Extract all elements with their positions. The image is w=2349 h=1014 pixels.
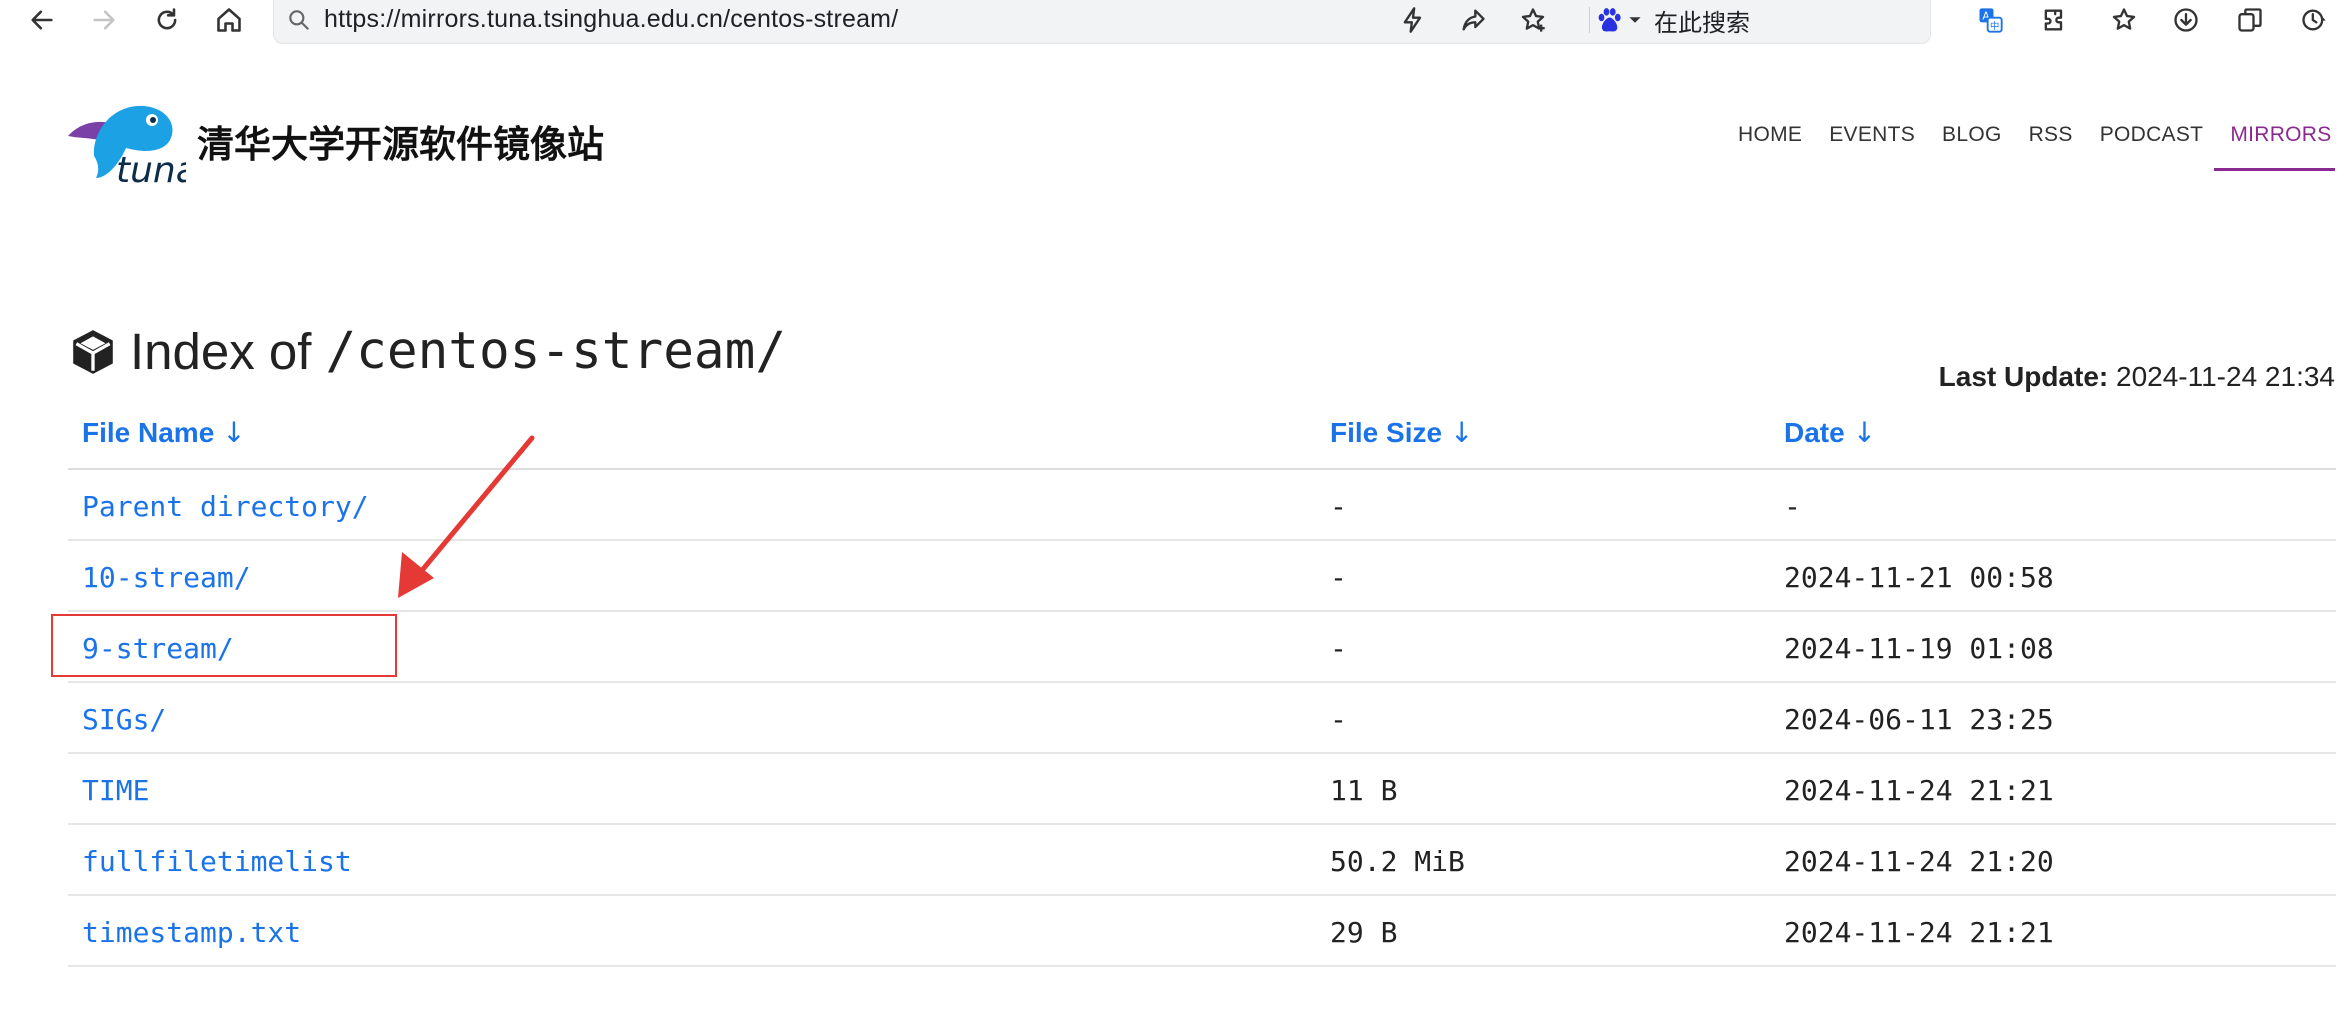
file-date: 2024-11-21 00:58 xyxy=(1784,561,2054,594)
search-icon xyxy=(289,10,309,30)
extensions-icon[interactable] xyxy=(2036,2,2072,38)
url-text[interactable]: https://mirrors.tuna.tsinghua.edu.cn/cen… xyxy=(324,5,898,34)
file-size: - xyxy=(1330,632,1347,665)
file-link[interactable]: timestamp.txt xyxy=(82,916,301,949)
tuna-logo[interactable]: tuna xyxy=(66,96,186,188)
nav-mirrors[interactable]: MIRRORS xyxy=(2230,120,2331,147)
search-engine-label: 在此搜索 xyxy=(1654,9,1750,37)
nav-podcast[interactable]: PODCAST xyxy=(2100,120,2204,147)
last-update: Last Update: 2024-11-24 21:34 xyxy=(1939,361,2335,393)
nav-events[interactable]: EVENTS xyxy=(1829,120,1915,147)
sort-arrow-icon: ↓ xyxy=(1450,416,1474,449)
file-size: 29 B xyxy=(1330,916,1398,949)
file-size: 11 B xyxy=(1330,774,1398,807)
page-title: Index of /centos-stream/ xyxy=(68,322,786,381)
cube-icon xyxy=(73,329,113,374)
svg-text:中: 中 xyxy=(1990,20,1999,32)
forward-icon[interactable] xyxy=(86,2,122,38)
table-row: fullfiletimelist 50.2 MiB 2024-11-24 21:… xyxy=(68,825,2336,896)
site-title[interactable]: 清华大学开源软件镜像站 xyxy=(197,114,604,168)
nav-home[interactable]: HOME xyxy=(1738,120,1802,147)
file-size: 50.2 MiB xyxy=(1330,845,1465,878)
file-size: - xyxy=(1330,703,1347,736)
column-label: File Name xyxy=(82,417,215,448)
nav-blog[interactable]: BLOG xyxy=(1942,120,2002,147)
file-date: 2024-11-19 01:08 xyxy=(1784,632,2054,665)
file-date: 2024-11-24 21:20 xyxy=(1784,845,2054,878)
divider xyxy=(1589,7,1590,33)
search-engine-selector[interactable]: 在此搜索 xyxy=(1594,3,1750,37)
last-update-value: 2024-11-24 21:34 xyxy=(2116,361,2335,392)
file-link[interactable]: Parent directory/ xyxy=(82,490,369,523)
home-icon[interactable] xyxy=(211,2,247,38)
file-link[interactable]: 10-stream/ xyxy=(82,561,251,594)
reload-icon[interactable] xyxy=(149,2,185,38)
table-row: 9-stream/ - 2024-11-19 01:08 xyxy=(68,612,2336,683)
tab-collections-icon[interactable] xyxy=(2232,2,2268,38)
nav-rss[interactable]: RSS xyxy=(2029,120,2073,147)
table-row: TIME 11 B 2024-11-24 21:21 xyxy=(68,754,2336,825)
column-label: Date xyxy=(1784,417,1845,448)
heading-path: /centos-stream/ xyxy=(325,322,787,381)
downloads-icon[interactable] xyxy=(2168,2,2204,38)
file-date: 2024-11-24 21:21 xyxy=(1784,916,2054,949)
file-link[interactable]: SIGs/ xyxy=(82,703,166,736)
back-icon[interactable] xyxy=(24,2,60,38)
table-row: timestamp.txt 29 B 2024-11-24 21:21 xyxy=(68,896,2336,967)
file-date: - xyxy=(1784,490,1801,523)
main-nav: HOME EVENTS BLOG RSS PODCAST MIRRORS xyxy=(1738,120,2349,147)
file-date: 2024-11-24 21:21 xyxy=(1784,774,2054,807)
baidu-paw-icon xyxy=(1598,8,1621,32)
last-update-label: Last Update: xyxy=(1938,361,2109,392)
file-link[interactable]: fullfiletimelist xyxy=(82,845,352,878)
sort-by-name-header[interactable]: File Name ↓ xyxy=(82,416,246,449)
column-label: File Size xyxy=(1330,417,1443,448)
translate-icon[interactable]: A中 xyxy=(1972,2,2008,38)
sort-arrow-icon: ↓ xyxy=(1852,416,1877,449)
sort-arrow-icon: ↓ xyxy=(222,416,246,449)
svg-text:tuna: tuna xyxy=(116,150,186,188)
bookmarks-icon[interactable] xyxy=(2106,2,2142,38)
address-bar[interactable]: https://mirrors.tuna.tsinghua.edu.cn/cen… xyxy=(273,0,1931,44)
heading-prefix: Index of xyxy=(130,323,312,380)
file-date: 2024-06-11 23:25 xyxy=(1784,703,2054,736)
file-size: - xyxy=(1330,490,1347,523)
lightning-icon[interactable] xyxy=(1396,3,1430,37)
table-row: SIGs/ - 2024-06-11 23:25 xyxy=(68,683,2336,754)
file-size: - xyxy=(1330,561,1347,594)
chevron-down-icon xyxy=(1629,17,1641,23)
share-icon[interactable] xyxy=(1456,3,1490,37)
sort-by-date-header[interactable]: Date ↓ xyxy=(1784,416,1876,449)
history-icon[interactable] xyxy=(2296,2,2332,38)
sort-by-size-header[interactable]: File Size ↓ xyxy=(1330,416,1474,449)
add-bookmark-icon[interactable] xyxy=(1516,3,1550,37)
browser-toolbar: https://mirrors.tuna.tsinghua.edu.cn/cen… xyxy=(0,0,2349,44)
annotation-arrow-icon xyxy=(398,435,535,598)
nav-active-indicator xyxy=(2214,168,2335,171)
annotation-highlight-box xyxy=(51,614,397,677)
file-link[interactable]: TIME xyxy=(82,774,149,807)
